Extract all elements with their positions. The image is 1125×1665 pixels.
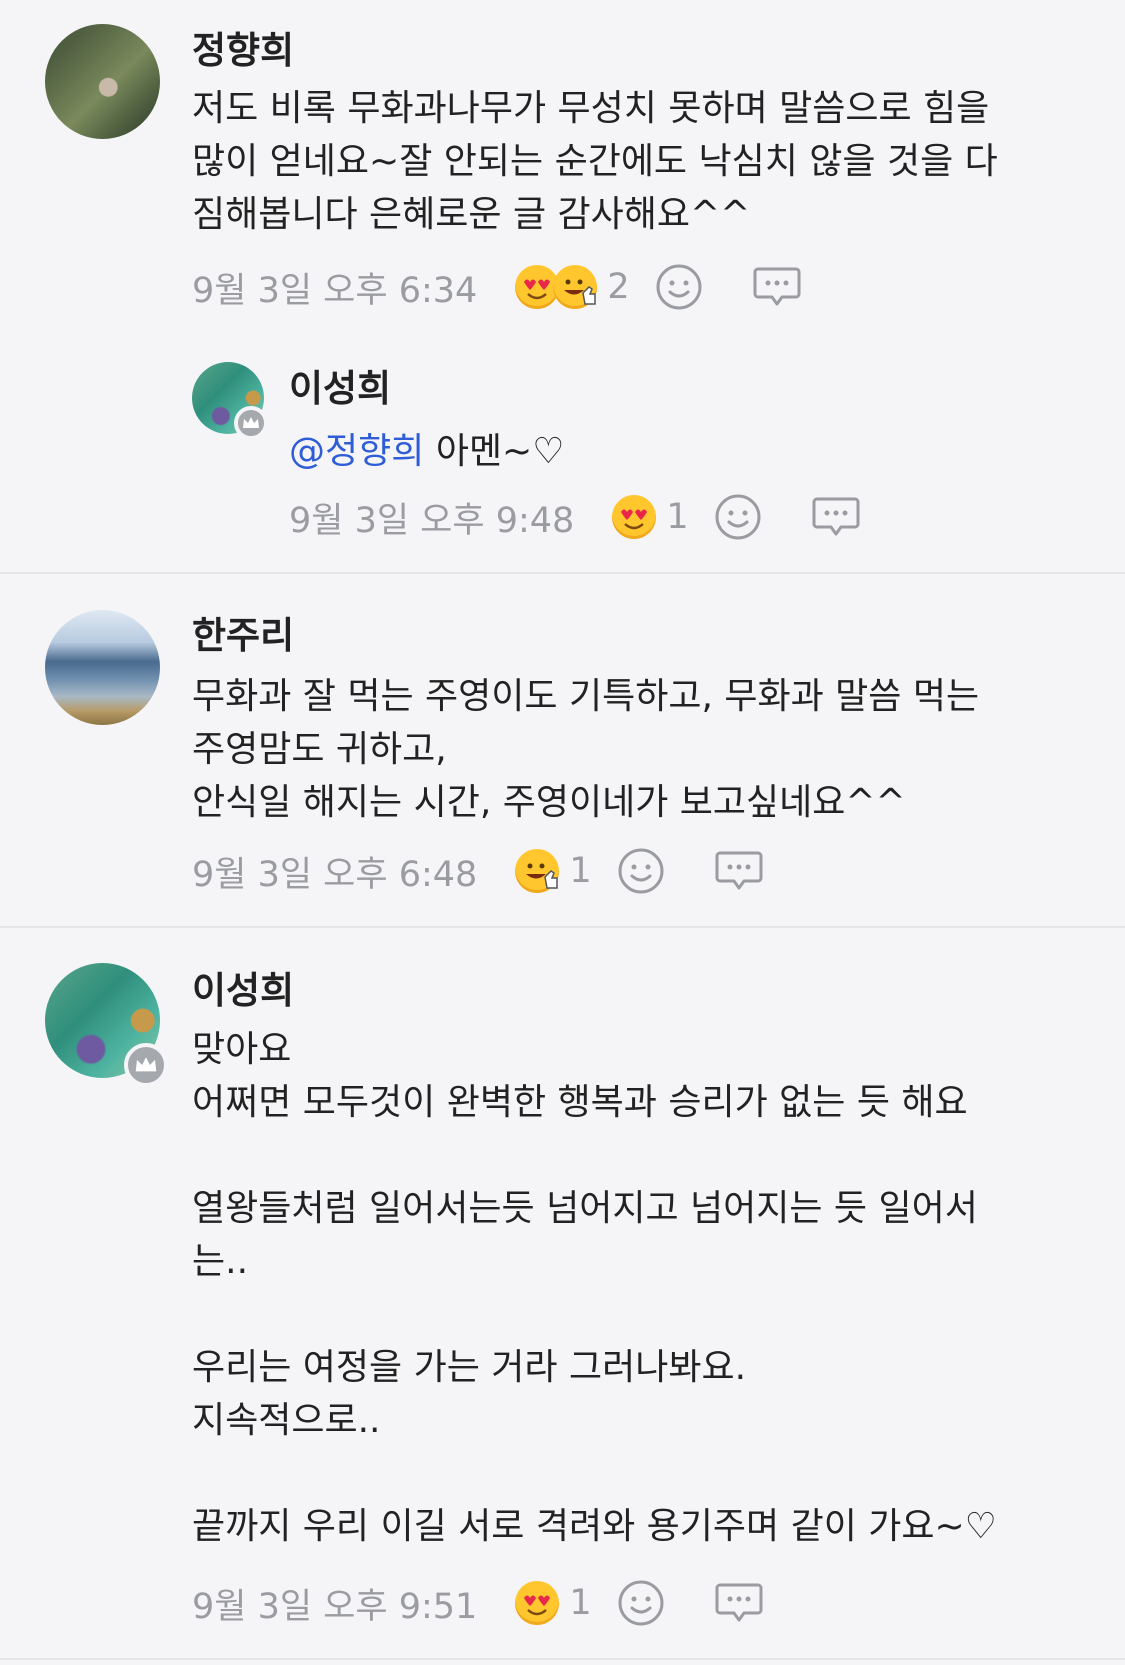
comment-author[interactable]: 한주리 [192, 617, 294, 654]
smiley-add-icon [656, 264, 702, 310]
crown-icon [243, 417, 259, 428]
comment-text-content: 아멘~♡ [424, 431, 565, 472]
smiley-add-icon [618, 848, 664, 894]
comment-time: 9월 3일 오후 9:48 [289, 500, 575, 541]
speech-bubble-icon [753, 267, 801, 306]
reply-button[interactable] [811, 492, 861, 542]
add-reaction-button[interactable] [713, 492, 763, 542]
comment-author[interactable]: 정향희 [192, 32, 294, 69]
comment-author[interactable]: 이성희 [192, 972, 294, 1009]
comment-meta: 9월 3일 오후 6:48 1 [192, 846, 764, 896]
crown-icon [135, 1057, 157, 1072]
reply-button[interactable] [714, 846, 764, 896]
comment-text: 저도 비록 무화과나무가 무성치 못하며 말씀으로 힘을 많이 얻네요~잘 안되… [192, 88, 998, 235]
avatar[interactable] [45, 610, 160, 725]
smiley-add-icon [618, 1580, 664, 1626]
owner-badge [234, 406, 268, 440]
speech-bubble-icon [715, 851, 763, 890]
comment-meta: 9월 3일 오후 9:48 1 [289, 492, 861, 542]
reaction-count: 1 [666, 497, 689, 537]
reply-button[interactable] [752, 262, 802, 312]
comment-text: 맞아요 어쩌면 모두것이 완벽한 행복과 승리가 없는 듯 해요 열왕들처럼 일… [192, 1029, 997, 1547]
divider [0, 1658, 1125, 1660]
divider [0, 572, 1125, 574]
comment-text: 무화과 잘 먹는 주영이도 기특하고, 무화과 말씀 먹는 주영맘도 귀하고, … [192, 676, 980, 823]
heart-eyes-emoji[interactable] [612, 495, 657, 539]
add-reaction-button[interactable] [616, 1578, 666, 1628]
mention-link[interactable]: @정향희 [289, 431, 424, 472]
comment-text: @정향희 아멘~♡ [289, 425, 989, 478]
smiley-add-icon [715, 494, 761, 540]
thumbs-up-smile-emoji[interactable] [553, 265, 598, 309]
comment-author[interactable]: 이성희 [289, 370, 391, 407]
comment-time: 9월 3일 오후 6:48 [192, 854, 478, 895]
reaction-count: 1 [569, 1583, 592, 1623]
reaction-count: 1 [569, 851, 592, 891]
speech-bubble-icon [812, 497, 860, 536]
comment-meta: 9월 3일 오후 6:34 2 [192, 262, 802, 312]
thumbs-up-smile-emoji[interactable] [515, 849, 560, 893]
comment-time: 9월 3일 오후 6:34 [192, 270, 478, 311]
add-reaction-button[interactable] [616, 846, 666, 896]
add-reaction-button[interactable] [654, 262, 704, 312]
owner-badge [124, 1043, 168, 1087]
comment-meta: 9월 3일 오후 9:51 1 [192, 1578, 764, 1628]
speech-bubble-icon [715, 1583, 763, 1622]
comment-time: 9월 3일 오후 9:51 [192, 1586, 478, 1627]
avatar[interactable] [45, 24, 160, 139]
heart-eyes-emoji[interactable] [515, 1581, 560, 1625]
reply-button[interactable] [714, 1578, 764, 1628]
divider [0, 926, 1125, 928]
reaction-count: 2 [607, 267, 630, 307]
